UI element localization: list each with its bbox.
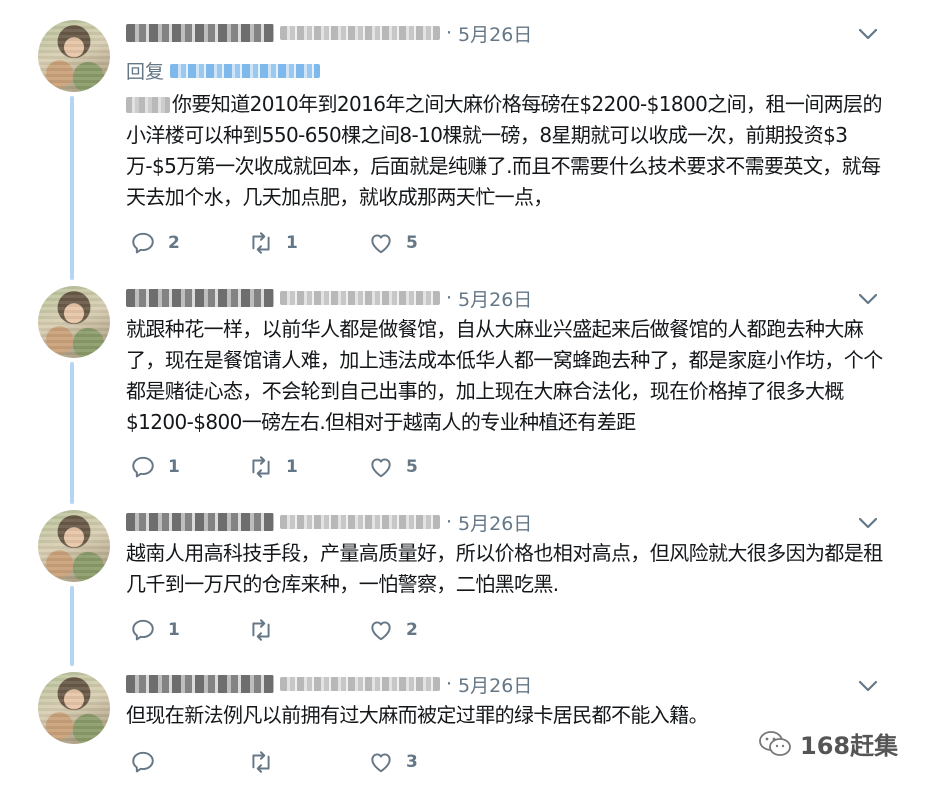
user-handle-blurred[interactable]: [280, 291, 440, 305]
like-count: 2: [406, 620, 418, 640]
like-button[interactable]: 2: [368, 617, 418, 643]
tweet-date[interactable]: 5月26日: [458, 20, 532, 47]
tweet-header: · 5月26日: [126, 284, 532, 312]
separator-dot: ·: [446, 287, 453, 309]
tweet-actions: 2 1 5: [130, 228, 418, 258]
separator-dot: ·: [446, 511, 453, 533]
thread-line: [70, 96, 74, 280]
reply-handle-blurred[interactable]: [170, 63, 321, 78]
retweet-icon: [252, 456, 270, 478]
chevron-down-icon[interactable]: [856, 674, 880, 698]
retweet-icon: [252, 619, 270, 641]
separator-dot: ·: [446, 673, 453, 695]
tweet-body: 你要知道2010年到2016年之间大麻价格每磅在$2200-$1800之间，租一…: [126, 92, 882, 209]
avatar[interactable]: [38, 510, 110, 582]
user-handle-blurred[interactable]: [280, 677, 440, 691]
user-handle-blurred[interactable]: [280, 26, 440, 40]
tweet-date[interactable]: 5月26日: [458, 671, 532, 698]
chevron-down-icon[interactable]: [856, 287, 880, 311]
like-icon: [371, 234, 391, 254]
tweet-body: 但现在新法例凡以前拥有过大麻而被定过罪的绿卡居民都不能入籍。: [126, 703, 709, 727]
tweet-header: · 5月26日: [126, 670, 532, 698]
mention-blurred: [126, 97, 170, 113]
like-count: 5: [406, 457, 418, 477]
retweet-button[interactable]: 1: [248, 230, 368, 256]
display-name-blurred[interactable]: [126, 289, 274, 307]
reply-count: 1: [168, 620, 180, 640]
avatar[interactable]: [38, 20, 110, 92]
reply-button[interactable]: 1: [130, 454, 248, 480]
like-icon: [371, 753, 391, 773]
separator-dot: ·: [446, 22, 453, 44]
reply-icon: [132, 232, 154, 254]
reply-button[interactable]: 2: [130, 230, 248, 256]
tweet-actions: 3: [130, 747, 418, 777]
watermark-text: 168赶集: [800, 732, 899, 760]
reply-count: 1: [168, 457, 180, 477]
thread-line: [70, 362, 74, 504]
reply-icon: [132, 619, 154, 641]
display-name-blurred[interactable]: [126, 513, 274, 531]
avatar[interactable]: [38, 286, 110, 358]
tweet-header: · 5月26日: [126, 508, 532, 536]
reply-to-line: 回复: [126, 57, 321, 84]
tweet-body: 就跟种花一样，以前华人都是做餐馆，自从大麻业兴盛起来后做餐馆的人都跑去种大麻了，…: [126, 317, 883, 434]
tweet-body: 越南人用高科技手段，产量高质量好，所以价格也相对高点，但风险就大很多因为都是租几…: [126, 541, 883, 596]
tweet-date[interactable]: 5月26日: [458, 509, 532, 536]
reply-button[interactable]: 1: [130, 617, 248, 643]
thread-line: [70, 586, 74, 666]
display-name-blurred[interactable]: [126, 675, 274, 693]
like-icon: [371, 458, 391, 478]
tweet-actions: 1 1 5: [130, 452, 418, 482]
tweet-text: 就跟种花一样，以前华人都是做餐馆，自从大麻业兴盛起来后做餐馆的人都跑去种大麻了，…: [126, 314, 896, 438]
retweet-icon: [252, 751, 270, 773]
tweet-actions: 1 2: [130, 615, 418, 645]
reply-prefix: 回复: [126, 61, 165, 83]
avatar[interactable]: [38, 672, 110, 744]
chevron-down-icon[interactable]: [856, 511, 880, 535]
retweet-button[interactable]: 1: [248, 454, 368, 480]
retweet-button[interactable]: [248, 749, 368, 775]
reply-count: 2: [168, 233, 180, 253]
tweet-text: 你要知道2010年到2016年之间大麻价格每磅在$2200-$1800之间，租一…: [126, 89, 896, 213]
tweet-header: · 5月26日: [126, 19, 532, 47]
reply-button[interactable]: [130, 749, 248, 775]
like-count: 3: [406, 752, 418, 772]
like-button[interactable]: 5: [368, 454, 418, 480]
wechat-icon: [759, 730, 791, 756]
user-handle-blurred[interactable]: [280, 515, 440, 529]
like-button[interactable]: 3: [368, 749, 418, 775]
tweet-date[interactable]: 5月26日: [458, 285, 532, 312]
retweet-icon: [252, 232, 270, 254]
like-icon: [371, 621, 391, 641]
chevron-down-icon[interactable]: [856, 22, 880, 46]
reply-icon: [132, 751, 154, 773]
like-count: 5: [406, 233, 418, 253]
display-name-blurred[interactable]: [126, 24, 274, 42]
like-button[interactable]: 5: [368, 230, 418, 256]
tweet-text: 越南人用高科技手段，产量高质量好，所以价格也相对高点，但风险就大很多因为都是租几…: [126, 538, 896, 600]
retweet-count: 1: [286, 457, 298, 477]
retweet-button[interactable]: [248, 617, 368, 643]
watermark: 168赶集: [758, 726, 898, 761]
retweet-count: 1: [286, 233, 298, 253]
reply-icon: [132, 456, 154, 478]
